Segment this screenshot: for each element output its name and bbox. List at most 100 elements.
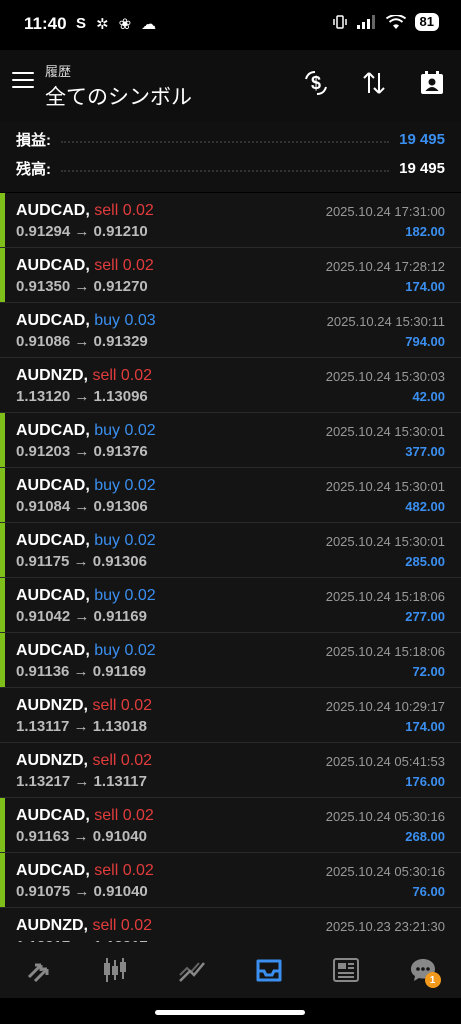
symbol-name: AUDNZD,: [16, 367, 88, 384]
trade-prices: 0.91350 → 0.91270: [16, 278, 148, 295]
trade-direction-lot: sell 0.02: [92, 697, 153, 714]
trade-time: 2025.10.24 15:30:01: [325, 424, 445, 439]
trade-prices: 0.91163 → 0.91040: [16, 828, 147, 845]
status-right: 81: [332, 13, 439, 31]
wifi-icon: [385, 14, 406, 29]
nav-news[interactable]: [326, 950, 366, 990]
page-title[interactable]: 全てのシンボル: [45, 81, 192, 111]
trade-time: 2025.10.24 05:41:53: [325, 754, 445, 769]
trade-row[interactable]: AUDNZD, sell 0.021.13217 → 1.132172025.1…: [0, 908, 461, 942]
trade-profit: 377.00: [405, 444, 445, 459]
trade-row[interactable]: AUDCAD, sell 0.02 0.91294 → 0.91210 2025.1…: [0, 193, 461, 248]
trade-prices: 1.13217 → 1.13117: [16, 773, 147, 790]
trade-time: 2025.10.24 15:30:11: [326, 314, 445, 329]
symbol-name: AUDNZD,: [16, 752, 88, 769]
trade-row[interactable]: AUDCAD, buy 0.03 0.91086 → 0.91329 2025.10…: [0, 303, 461, 358]
trade-profit: 76.00: [412, 884, 445, 899]
trade-row[interactable]: AUDCAD, buy 0.02 0.91175 → 0.91306 2025.10…: [0, 523, 461, 578]
trade-time: 2025.10.24 15:18:06: [325, 589, 445, 604]
trade-direction-lot: sell 0.02: [94, 807, 154, 824]
trade-row[interactable]: AUDCAD, sell 0.02 0.91163 → 0.91040 2025.1…: [0, 798, 461, 853]
trade-symbol: AUDCAD, buy 0.02: [16, 532, 156, 550]
trade-time: 2025.10.24 10:29:17: [325, 699, 445, 714]
trade-symbol: AUDCAD, sell 0.02: [16, 257, 154, 275]
trade-row[interactable]: AUDCAD, buy 0.02 0.91203 → 0.91376 2025.10…: [0, 413, 461, 468]
trade-symbol: AUDCAD, buy 0.02: [16, 477, 156, 495]
header-subtitle: 履歴: [45, 64, 72, 79]
trade-prices: 0.91136 → 0.91169: [16, 663, 147, 680]
divider: [61, 135, 390, 143]
trade-profit: 482.00: [405, 499, 445, 514]
trade-direction-lot: buy 0.02: [94, 477, 156, 494]
quotes-icon: [28, 963, 49, 983]
header-actions: $: [301, 68, 447, 98]
profit-row: 損益: 19 495: [16, 126, 445, 152]
calendar-user-icon[interactable]: [417, 68, 447, 98]
history-icon: [256, 959, 282, 982]
notification-s-icon: S: [76, 15, 87, 32]
news-icon: [332, 958, 359, 982]
balance-row: 残高: 19 495: [16, 155, 445, 181]
trade-row[interactable]: AUDNZD, sell 0.02 1.13217 → 1.13117 2025.1…: [0, 743, 461, 798]
symbol-name: AUDCAD,: [16, 532, 90, 549]
trade-symbol: AUDNZD, sell 0.02: [16, 917, 152, 935]
symbol-name: AUDCAD,: [16, 257, 90, 274]
trade-time: 2025.10.24 05:30:16: [325, 809, 445, 824]
nav-quotes[interactable]: [18, 950, 58, 990]
profit-value: 19 495: [399, 130, 445, 148]
trade-symbol: AUDCAD, sell 0.02: [16, 807, 154, 825]
trade-row[interactable]: AUDCAD, sell 0.02 0.91350 → 0.91270 2025.1…: [0, 248, 461, 303]
nav-chat[interactable]: 1: [403, 950, 443, 990]
trade-direction-lot: buy 0.03: [94, 312, 156, 329]
trade-profit: 277.00: [405, 609, 445, 624]
vibrate-icon: [332, 15, 347, 29]
currency-exchange-icon[interactable]: $: [301, 68, 331, 98]
status-notification-icons: S ✲ ❀ ☁: [76, 15, 156, 33]
trade-time: 2025.10.24 15:18:06: [325, 644, 445, 659]
trade-profit: 182.00: [405, 224, 445, 239]
trade-row[interactable]: AUDNZD, sell 0.02 1.13117 → 1.13018 2025.1…: [0, 688, 461, 743]
nav-trade[interactable]: [172, 950, 212, 990]
trade-symbol: AUDCAD, buy 0.02: [16, 642, 156, 660]
trade-history-list[interactable]: AUDCAD, sell 0.02 0.91294 → 0.91210 2025.1…: [0, 193, 461, 942]
trade-symbol: AUDCAD, sell 0.02: [16, 202, 154, 220]
divider: [61, 164, 390, 172]
nav-history[interactable]: [249, 950, 289, 990]
trade-row[interactable]: AUDCAD, buy 0.02 0.91136 → 0.91169 2025.10…: [0, 633, 461, 688]
symbol-name: AUDCAD,: [16, 202, 90, 219]
trade-row[interactable]: AUDCAD, buy 0.02 0.91084 → 0.91306 2025.10…: [0, 468, 461, 523]
chat-badge: 1: [424, 972, 441, 988]
trade-prices: 1.13117 → 1.13018: [16, 718, 147, 735]
battery-indicator: 81: [414, 13, 439, 31]
status-time: 11:40: [24, 14, 67, 33]
trade-direction-lot: sell 0.02: [94, 862, 154, 879]
trade-symbol: AUDNZD, sell 0.02: [16, 367, 152, 385]
trade-prices: 1.13120 → 1.13096: [16, 388, 148, 405]
balance-label: 残高:: [16, 160, 51, 178]
trade-prices: 0.91086 → 0.91329: [16, 333, 148, 350]
trade-symbol: AUDCAD, sell 0.02: [16, 862, 154, 880]
sort-icon[interactable]: [359, 68, 389, 98]
bottom-navigation: 1: [0, 942, 461, 998]
symbol-name: AUDCAD,: [16, 807, 90, 824]
trade-prices: 0.91042 → 0.91169: [16, 608, 147, 625]
trade-time: 2025.10.23 23:21:30: [325, 919, 445, 934]
trade-profit: 176.00: [405, 774, 445, 789]
symbol-name: AUDCAD,: [16, 312, 90, 329]
symbol-name: AUDNZD,: [16, 697, 88, 714]
trade-prices: 0.91075 → 0.91040: [16, 883, 148, 900]
trade-row[interactable]: AUDCAD, buy 0.02 0.91042 → 0.91169 2025.10…: [0, 578, 461, 633]
nav-chart[interactable]: [95, 950, 135, 990]
trade-prices: 0.91294 → 0.91210: [16, 223, 148, 240]
symbol-name: AUDCAD,: [16, 422, 90, 439]
home-indicator[interactable]: [155, 1010, 305, 1015]
profit-label: 損益:: [16, 131, 51, 149]
trade-row[interactable]: AUDCAD, sell 0.02 0.91075 → 0.91040 2025.1…: [0, 853, 461, 908]
trade-profit: 794.00: [405, 334, 445, 349]
status-bar: 11:40 S ✲ ❀ ☁ 81: [0, 0, 461, 50]
trade-row[interactable]: AUDNZD, sell 0.02 1.13120 → 1.13096 2025.1…: [0, 358, 461, 413]
account-summary: 損益: 19 495 残高: 19 495: [0, 122, 461, 192]
trade-profit: 285.00: [405, 554, 445, 569]
menu-icon[interactable]: [12, 72, 34, 90]
trade-symbol: AUDCAD, buy 0.03: [16, 312, 156, 330]
